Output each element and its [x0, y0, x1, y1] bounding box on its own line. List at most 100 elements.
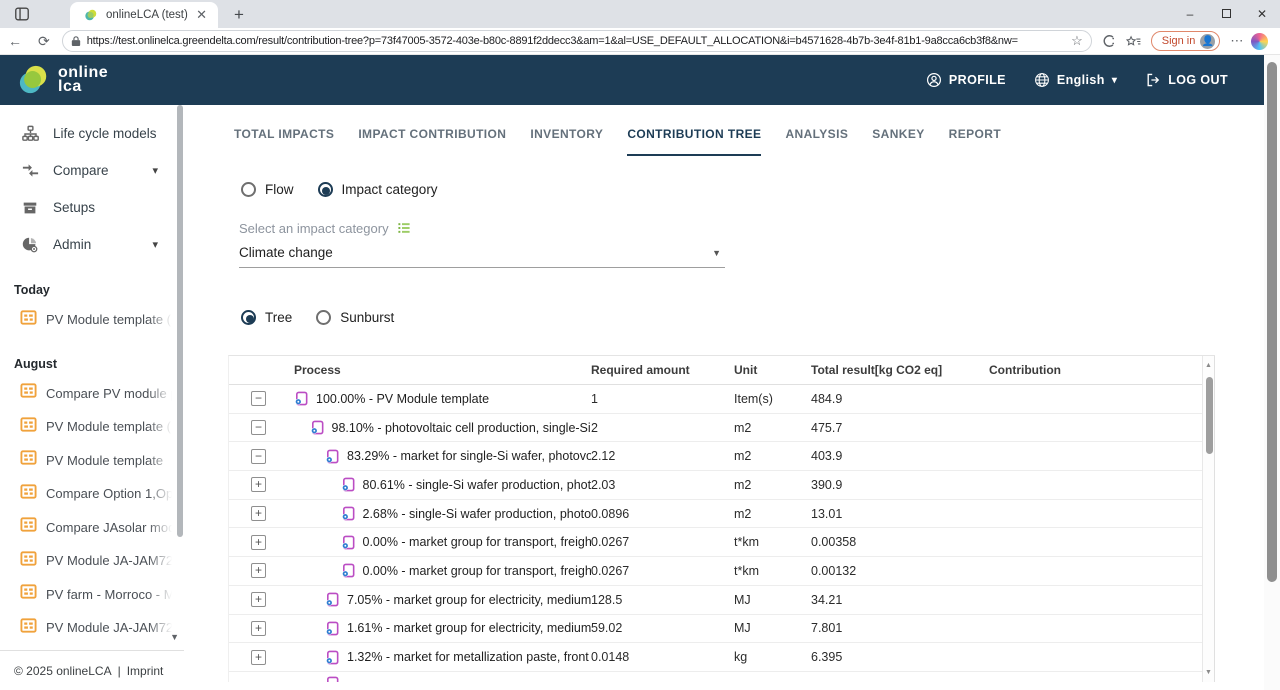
- table-row[interactable]: + 80.61% - single-Si wafer production, p…: [229, 471, 1215, 500]
- sidebar-scrollbar-thumb[interactable]: [177, 105, 183, 537]
- template-icon: [20, 516, 37, 538]
- model-list-item[interactable]: Compare JAsolar modul: [0, 511, 184, 545]
- table-scrollbar[interactable]: ▲ ▼: [1202, 356, 1215, 682]
- scroll-up-icon[interactable]: ▲: [1203, 362, 1214, 369]
- radio-unselected-icon[interactable]: [241, 182, 256, 197]
- model-list-item[interactable]: PV Module template (2): [0, 303, 184, 337]
- scroll-down-icon[interactable]: ▼: [1203, 669, 1214, 676]
- model-list-item[interactable]: PV Module template (1): [0, 410, 184, 444]
- expand-toggle-icon[interactable]: +: [251, 563, 266, 578]
- view-options: Tree Sunburst: [241, 310, 1280, 325]
- lock-icon[interactable]: [71, 35, 81, 47]
- close-button[interactable]: ✕: [1244, 0, 1280, 28]
- template-icon: [20, 416, 37, 438]
- tree-type-options: Flow Impact category: [241, 182, 1280, 197]
- required-amount-cell: 59.02: [591, 621, 734, 635]
- expand-toggle-icon[interactable]: +: [251, 650, 266, 665]
- collapse-toggle-icon[interactable]: −: [251, 420, 266, 435]
- expand-toggle-icon[interactable]: +: [251, 592, 266, 607]
- sidebar-sections: Today PV Module template (2) August Comp…: [0, 263, 184, 645]
- tab-analysis[interactable]: ANALYSIS: [785, 127, 848, 156]
- imprint-link[interactable]: Imprint: [127, 664, 164, 678]
- model-list-item[interactable]: PV farm - Morroco - MA (: [0, 578, 184, 612]
- collapse-toggle-icon[interactable]: −: [251, 449, 266, 464]
- tab-sankey[interactable]: SANKEY: [872, 127, 924, 156]
- table-row[interactable]: + 1.32% - market for metallization paste…: [229, 643, 1215, 672]
- tab-report[interactable]: REPORT: [949, 127, 1001, 156]
- table-row[interactable]: + 1.61% - market group for electricity, …: [229, 615, 1215, 644]
- total-result-cell: 0.00358: [811, 535, 989, 549]
- expand-toggle-icon[interactable]: +: [251, 506, 266, 521]
- logout-button[interactable]: LOG OUT: [1145, 72, 1228, 88]
- sidebar-item-compare[interactable]: Compare ▾: [0, 152, 184, 189]
- model-list-item[interactable]: Compare Option 1,Optio: [0, 477, 184, 511]
- workspaces-icon[interactable]: [8, 2, 36, 26]
- table-row[interactable]: + 0.00% - market group for transport, fr…: [229, 557, 1215, 586]
- browser-menu-icon[interactable]: ⋯: [1230, 33, 1243, 49]
- table-scrollbar-thumb[interactable]: [1206, 377, 1213, 454]
- table-row[interactable]: − 100.00% - PV Module template 1 Item(s)…: [229, 385, 1215, 414]
- impact-category-select[interactable]: Climate change ▼: [239, 245, 725, 268]
- table-row-partial[interactable]: [229, 672, 1215, 682]
- url-input[interactable]: https://test.onlinelca.greendelta.com/re…: [62, 30, 1092, 52]
- sidebar-item-setups[interactable]: Setups: [0, 189, 184, 226]
- unit-cell: t*km: [734, 564, 811, 578]
- expand-toggle-icon[interactable]: +: [251, 621, 266, 636]
- flow-radio-option[interactable]: Flow: [241, 182, 294, 197]
- favorites-icon[interactable]: [1126, 35, 1141, 48]
- sidebar-item-label: Admin: [53, 237, 91, 252]
- sunburst-radio-option[interactable]: Sunburst: [316, 310, 394, 325]
- process-name: 0.00% - market group for transport, frei…: [363, 564, 592, 578]
- minimize-button[interactable]: –: [1172, 0, 1208, 28]
- copilot-icon[interactable]: [1251, 33, 1268, 50]
- tree-radio-option[interactable]: Tree: [241, 310, 292, 325]
- browser-essentials-icon[interactable]: [1102, 34, 1116, 48]
- sign-in-button[interactable]: Sign in 👤: [1151, 31, 1221, 51]
- new-tab-button[interactable]: +: [228, 5, 250, 25]
- radio-unselected-icon[interactable]: [316, 310, 331, 325]
- maximize-button[interactable]: [1208, 0, 1244, 28]
- required-amount-cell: 1: [591, 392, 734, 406]
- process-name: 83.29% - market for single-Si wafer, pho…: [347, 449, 591, 463]
- model-list-item[interactable]: PV Module JA-JAM72D1: [0, 611, 184, 645]
- sidebar-item-admin[interactable]: Admin ▾: [0, 226, 184, 263]
- process-name: 2.68% - single-Si wafer production, phot…: [363, 507, 592, 521]
- footer-divider: |: [118, 664, 121, 678]
- reload-icon[interactable]: ⟳: [30, 33, 58, 50]
- page-scrollbar[interactable]: [1264, 55, 1280, 690]
- tab-inventory[interactable]: INVENTORY: [530, 127, 603, 156]
- tab-total-impacts[interactable]: TOTAL IMPACTS: [234, 127, 334, 156]
- model-list-item[interactable]: PV Module template: [0, 444, 184, 478]
- template-icon: [20, 617, 37, 639]
- page-scrollbar-thumb[interactable]: [1267, 62, 1277, 582]
- impact-category-radio-option[interactable]: Impact category: [318, 182, 438, 197]
- back-icon[interactable]: ←: [0, 33, 30, 49]
- language-selector[interactable]: English ▾: [1034, 72, 1117, 88]
- model-list-item[interactable]: Compare PV module pro: [0, 377, 184, 411]
- table-row[interactable]: + 2.68% - single-Si wafer production, ph…: [229, 500, 1215, 529]
- expand-toggle-icon[interactable]: +: [251, 535, 266, 550]
- tab-close-icon[interactable]: ✕: [193, 7, 210, 23]
- model-item-label: Compare Option 1,Optio: [46, 486, 172, 501]
- tab-contribution-tree[interactable]: CONTRIBUTION TREE: [627, 127, 761, 156]
- required-amount-cell: 128.5: [591, 593, 734, 607]
- collapse-toggle-icon[interactable]: −: [251, 391, 266, 406]
- table-row[interactable]: − 83.29% - market for single-Si wafer, p…: [229, 442, 1215, 471]
- model-list-item[interactable]: PV Module JA-JAM72D1: [0, 544, 184, 578]
- tab-impact-contribution[interactable]: IMPACT CONTRIBUTION: [358, 127, 506, 156]
- total-result-cell: 403.9: [811, 449, 989, 463]
- browser-tab[interactable]: onlineLCA (test) ✕: [70, 2, 218, 28]
- table-row[interactable]: + 0.00% - market group for transport, fr…: [229, 528, 1215, 557]
- sidebar-scroll-down-icon[interactable]: ▼: [170, 632, 179, 642]
- radio-selected-icon[interactable]: [241, 310, 256, 325]
- profile-button[interactable]: PROFILE: [926, 72, 1006, 88]
- url-text[interactable]: https://test.onlinelca.greendelta.com/re…: [87, 35, 1065, 47]
- header-actions: PROFILE English ▾ LOG OUT: [926, 72, 1228, 88]
- bookmark-star-icon[interactable]: ☆: [1071, 33, 1083, 49]
- expand-toggle-icon[interactable]: +: [251, 477, 266, 492]
- radio-selected-icon[interactable]: [318, 182, 333, 197]
- table-row[interactable]: + 7.05% - market group for electricity, …: [229, 586, 1215, 615]
- table-row[interactable]: − 98.10% - photovoltaic cell production,…: [229, 414, 1215, 443]
- sidebar-item-life-cycle-models[interactable]: Life cycle models: [0, 115, 184, 152]
- onlinelca-logo[interactable]: online lca: [18, 64, 108, 96]
